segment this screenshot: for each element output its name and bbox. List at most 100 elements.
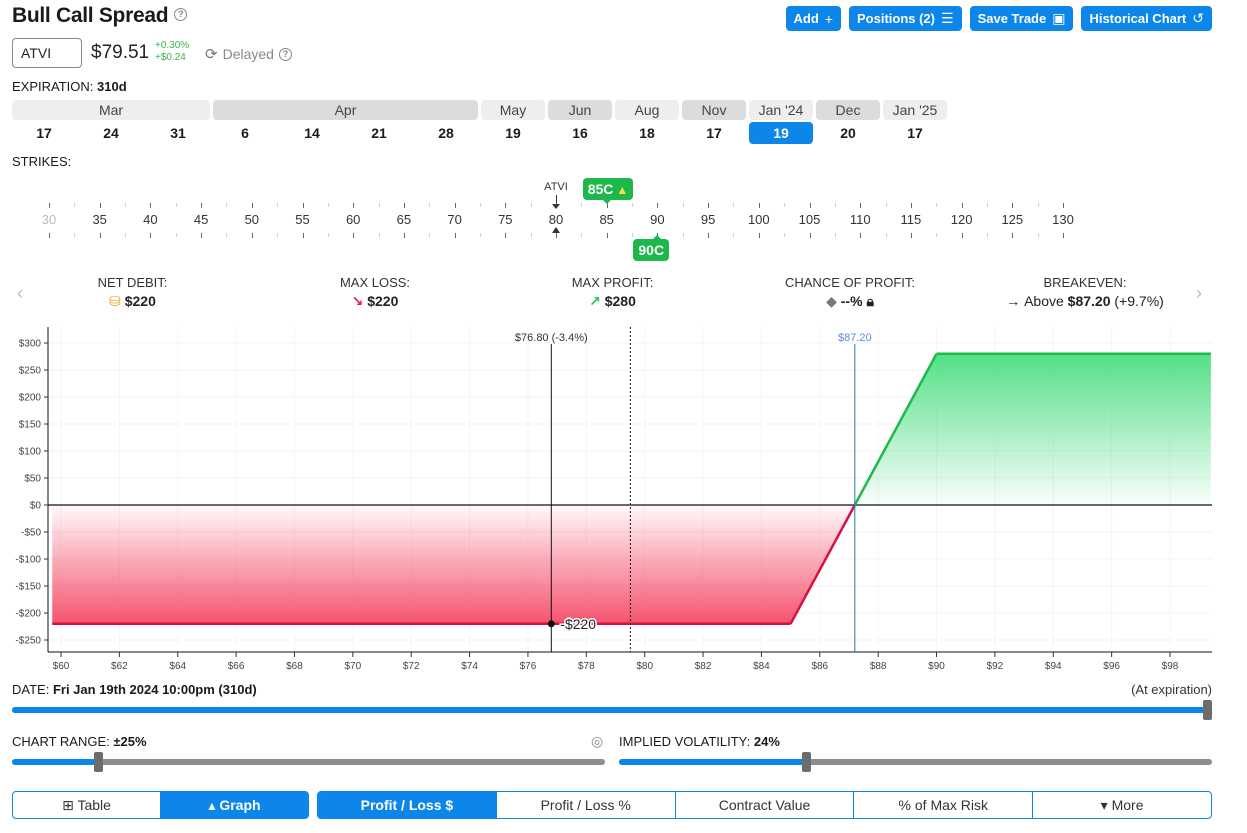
strike-tick [885,233,887,237]
net-debit-value: $220 [124,293,156,309]
chart-range-slider-fill [12,759,98,765]
tab-table-label: Table [77,797,111,813]
date-slider-thumb[interactable] [1203,700,1212,720]
tab-profit-loss-dollar[interactable]: Profit / Loss $ [318,792,497,818]
ticker-input[interactable] [12,38,82,68]
strike-tick [251,233,253,238]
arrow-right-icon: → [1006,293,1021,309]
strike-label[interactable]: 30 [42,212,56,227]
strike-leg-label: 85C [587,181,614,197]
chart-range-slider-thumb[interactable] [93,752,103,772]
strike-tick [657,203,659,208]
save-trade-button[interactable]: Save Trade ▣ [969,6,1074,31]
strike-tick [961,233,963,238]
chart-range-slider[interactable] [12,752,605,772]
iv-slider[interactable] [619,752,1212,772]
expiration-date[interactable]: 19 [481,122,545,144]
tab-contract-value[interactable]: Contract Value [676,792,855,818]
strike-label[interactable]: 55 [295,212,309,227]
help-icon[interactable]: ? [174,7,188,21]
expiration-date[interactable]: 14 [280,122,344,144]
breakeven-percent: (+9.7%) [1114,293,1164,309]
add-button[interactable]: Add + [785,6,841,31]
positions-button[interactable]: Positions (2) ☰ [848,6,962,31]
iv-value: 24% [753,734,780,749]
max-loss-label: MAX LOSS: [339,275,411,290]
strike-tick [1012,233,1014,238]
strike-tick [758,233,760,238]
strike-ruler[interactable]: ATVI 30 35 40 45 50 55 60 65 70 75 80 85 90 95 100 105 1… [0,175,1247,265]
x-tick-label: $98 [1162,661,1179,672]
x-tick-label: $82 [695,661,712,672]
expiration-date[interactable]: 18 [615,122,679,144]
strike-tick [74,203,76,207]
strike-tick [327,233,329,237]
strike-tick [150,203,152,208]
strike-label[interactable]: 75 [498,212,512,227]
strike-label[interactable]: 40 [143,212,157,227]
strike-label[interactable]: 130 [1052,212,1074,227]
strike-label[interactable]: 45 [194,212,208,227]
strike-label[interactable]: 120 [951,212,973,227]
expiration-date[interactable]: 17 [12,122,76,144]
tab-graph[interactable]: ▴ Graph [161,792,308,818]
strike-tick [302,233,304,238]
tab-more[interactable]: ▾ More [1033,792,1211,818]
strike-tick [277,233,279,237]
strike-label[interactable]: 100 [748,212,770,227]
strike-label[interactable]: 115 [901,212,922,227]
strike-label[interactable]: 70 [447,212,461,227]
x-tick-label: $80 [636,661,653,672]
reset-icon[interactable]: ◎ [591,733,603,750]
tab-table[interactable]: ⊞ Table [13,792,161,818]
expiration-date[interactable]: 21 [347,122,411,144]
strike-label[interactable]: 80 [549,212,563,227]
strike-tick [226,233,228,237]
strike-label[interactable]: 105 [799,212,821,227]
expiration-date[interactable]: 19 [749,122,813,144]
strike-label[interactable]: 90 [650,212,664,227]
strike-leg-tag[interactable]: 85C ▲ [582,178,634,200]
expiration-date[interactable]: 24 [79,122,143,144]
tab-percent-max-risk[interactable]: % of Max Risk [854,792,1034,818]
tab-profit-loss-percent[interactable]: Profit / Loss % [497,792,676,818]
historical-chart-button[interactable]: Historical Chart ↺ [1081,6,1212,31]
strike-tick [936,203,938,207]
expiration-date[interactable]: 31 [146,122,210,144]
strike-label[interactable]: 50 [245,212,259,227]
strike-label[interactable]: 110 [850,212,871,227]
expiration-date[interactable]: 28 [414,122,478,144]
cursor-price-label: $76.80 (-3.4%) [515,332,588,344]
strike-leg-tag[interactable]: 90C [633,239,670,261]
strike-label[interactable]: 65 [397,212,411,227]
expiration-date[interactable]: 20 [816,122,880,144]
breakeven-stat: BREAKEVEN: → Above $87.20 (+9.7%) [990,275,1180,309]
expiration-date[interactable]: 17 [883,122,947,144]
strike-label[interactable]: 85 [599,212,613,227]
expiration-date[interactable]: 6 [213,122,277,144]
strike-tick [758,203,760,208]
expiration-date[interactable]: 16 [548,122,612,144]
x-tick-label: $96 [1103,661,1120,672]
strike-tick [1012,203,1014,208]
strike-label[interactable]: 95 [701,212,715,227]
strike-label[interactable]: 125 [1001,212,1023,227]
x-tick-label: $94 [1045,661,1062,672]
strike-tick [834,233,836,237]
iv-slider-thumb[interactable] [801,752,811,772]
prev-stats-arrow[interactable]: ‹ [17,283,23,304]
y-tick-label: $200 [19,393,42,404]
expiration-month: Aug [615,100,679,120]
expiration-date[interactable]: 17 [682,122,746,144]
refresh-icon[interactable]: ⟳ [205,45,218,63]
help-icon[interactable]: ? [278,47,292,61]
y-tick-label: $0 [30,501,42,512]
strike-tick [378,233,380,237]
date-slider[interactable] [12,700,1212,720]
lock-icon[interactable]: 🔒︎ [866,293,873,309]
strike-label[interactable]: 60 [346,212,360,227]
profit-loss-chart[interactable]: $300 $250 $200 $150 $100 $50 $0 -$50 -$100 -$150 -… [0,322,1247,677]
strike-label[interactable]: 35 [92,212,106,227]
chart-areas [52,353,1211,624]
next-stats-arrow[interactable]: › [1196,283,1202,304]
